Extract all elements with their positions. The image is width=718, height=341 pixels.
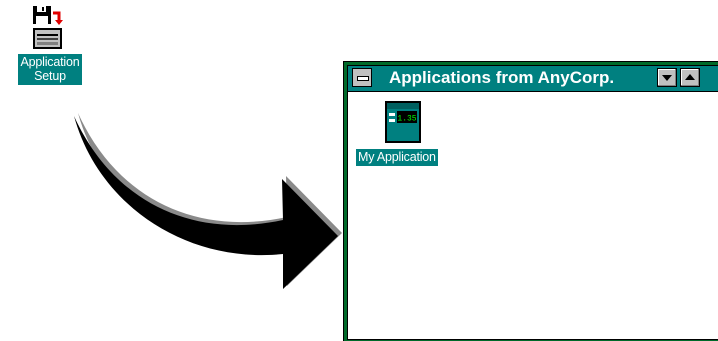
minimize-button[interactable] <box>657 68 677 87</box>
minimize-arrow-icon <box>662 75 672 81</box>
title-bar[interactable]: Applications from AnyCorp. <box>347 65 718 92</box>
maximize-arrow-icon <box>685 74 695 80</box>
system-menu-button[interactable] <box>352 68 372 87</box>
group-client-area: 1.35 My Application <box>347 92 718 340</box>
icon-readout: 1.35 <box>397 115 416 124</box>
window-title: Applications from AnyCorp. <box>389 68 615 87</box>
maximize-button[interactable] <box>680 68 700 87</box>
my-application-label: My Application <box>356 149 438 166</box>
desktop: Application Setup Applications from AnyC… <box>0 0 718 341</box>
application-window-icon: 1.35 <box>383 99 423 145</box>
system-menu-icon <box>357 76 369 81</box>
program-group-window[interactable]: Applications from AnyCorp. 1.35 My Appli… <box>343 61 718 341</box>
program-item-my-application[interactable]: 1.35 My Application <box>353 99 473 166</box>
